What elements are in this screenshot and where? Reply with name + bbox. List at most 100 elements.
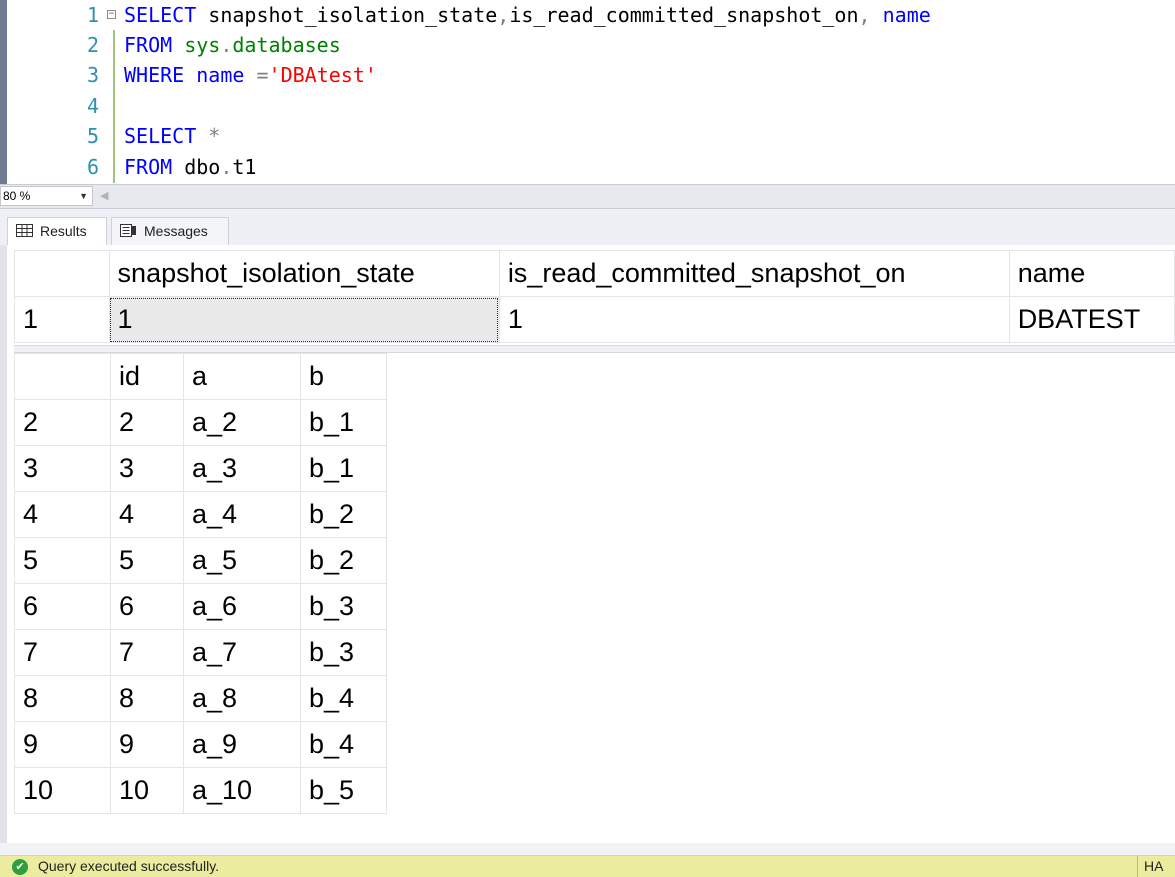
grid-cell[interactable]: a_5: [183, 537, 301, 584]
zoom-value: 80 %: [3, 189, 31, 203]
code-text: SELECT *: [124, 121, 220, 152]
result-grid-2: id a b 2 2 a_2 b_1 3 3 a_3 b_1 4 4 a_4 b_2 5 5 a_5 b_2 6 6 a_…: [14, 353, 387, 814]
status-bar: ✔ Query executed successfully. HA: [0, 855, 1175, 877]
table-row[interactable]: 2 2 a_2 b_1: [14, 399, 387, 446]
grid-cell[interactable]: a_10: [183, 767, 301, 814]
row-number[interactable]: 5: [14, 537, 111, 584]
grid-cell[interactable]: 10: [110, 767, 184, 814]
row-number[interactable]: 8: [14, 675, 111, 722]
code-token: name: [196, 63, 245, 87]
grid-cell[interactable]: b_3: [300, 583, 387, 630]
table-row[interactable]: 5 5 a_5 b_2: [14, 537, 387, 584]
tab-results[interactable]: Results: [7, 217, 107, 245]
grid-cell[interactable]: 4: [110, 491, 184, 538]
grid-splitter[interactable]: [14, 345, 1175, 353]
corner-cell[interactable]: [14, 250, 110, 297]
grid-cell[interactable]: b_3: [300, 629, 387, 676]
line-number: 3: [86, 63, 99, 87]
horizontal-scrollbar[interactable]: [0, 843, 1175, 855]
grid-cell[interactable]: b_2: [300, 491, 387, 538]
grid-cell[interactable]: b_4: [300, 675, 387, 722]
query-editor[interactable]: 1− SELECT snapshot_isolation_state,is_rea…: [0, 0, 1175, 184]
table-row[interactable]: 9 9 a_9 b_4: [14, 721, 387, 768]
grid-cell[interactable]: b_1: [300, 399, 387, 446]
grid-cell[interactable]: 5: [110, 537, 184, 584]
line-number: 5: [86, 124, 99, 148]
row-number[interactable]: 3: [14, 445, 111, 492]
change-marker: [113, 91, 115, 122]
grid-cell[interactable]: DBATEST: [1008, 296, 1175, 343]
grid-cell[interactable]: b_5: [300, 767, 387, 814]
change-marker: [113, 121, 115, 152]
grid-cell[interactable]: 6: [110, 583, 184, 630]
change-marker: [113, 60, 115, 91]
grid-cell[interactable]: 3: [110, 445, 184, 492]
table-row[interactable]: 3 3 a_3 b_1: [14, 445, 387, 492]
row-number[interactable]: 7: [14, 629, 111, 676]
code-token: sys: [184, 33, 221, 57]
code-token: FROM: [124, 155, 173, 179]
code-text: FROM dbo.t1: [124, 152, 256, 183]
grid-cell[interactable]: a_3: [183, 445, 301, 492]
code-text: WHERE name ='DBAtest': [124, 60, 377, 91]
table-row[interactable]: 8 8 a_8 b_4: [14, 675, 387, 722]
grid-cell[interactable]: a_2: [183, 399, 301, 446]
grid-cell[interactable]: b_1: [300, 445, 387, 492]
scroll-left-icon[interactable]: ◀: [100, 189, 108, 202]
corner-cell[interactable]: [14, 353, 111, 400]
grid-cell[interactable]: a_7: [183, 629, 301, 676]
code-token: WHERE: [124, 63, 185, 87]
row-number[interactable]: 10: [14, 767, 111, 814]
grid-cell[interactable]: 2: [110, 399, 184, 446]
code-token: SELECT: [124, 124, 197, 148]
grid-cell[interactable]: 8: [110, 675, 184, 722]
row-number[interactable]: 9: [14, 721, 111, 768]
column-header[interactable]: id: [110, 353, 184, 400]
grid-cell[interactable]: 1: [108, 296, 500, 343]
grid-cell[interactable]: a_6: [183, 583, 301, 630]
grid-cell[interactable]: 7: [110, 629, 184, 676]
messages-icon: [120, 224, 136, 237]
table-row[interactable]: 7 7 a_7 b_3: [14, 629, 387, 676]
grid-cell[interactable]: b_2: [300, 537, 387, 584]
table-row[interactable]: 1 1 1 DBATEST: [14, 296, 1175, 343]
row-number[interactable]: 6: [14, 583, 111, 630]
code-token: 'DBAtest': [268, 63, 377, 87]
column-header[interactable]: b: [300, 353, 387, 400]
table-row[interactable]: 10 10 a_10 b_5: [14, 767, 387, 814]
column-header[interactable]: snapshot_isolation_state: [108, 250, 500, 297]
grid-cell[interactable]: a_4: [183, 491, 301, 538]
table-row[interactable]: 6 6 a_6 b_3: [14, 583, 387, 630]
line-number: 6: [86, 155, 99, 179]
code-token: dbo: [172, 155, 221, 179]
code-text: SELECT snapshot_isolation_state,is_read_…: [124, 0, 931, 31]
code-token: .: [220, 33, 233, 57]
column-header[interactable]: is_read_committed_snapshot_on: [498, 250, 1010, 297]
collapse-icon[interactable]: −: [107, 10, 116, 19]
column-header[interactable]: name: [1008, 250, 1175, 297]
row-number[interactable]: 1: [14, 296, 110, 343]
tab-messages[interactable]: Messages: [111, 217, 229, 245]
row-number[interactable]: 2: [14, 399, 111, 446]
grid-cell[interactable]: 1: [498, 296, 1010, 343]
grid-cell[interactable]: 9: [110, 721, 184, 768]
grid-cell[interactable]: b_4: [300, 721, 387, 768]
result-grid-1: snapshot_isolation_state is_read_committe…: [14, 250, 1175, 343]
code-token: databases: [232, 33, 341, 57]
zoom-dropdown[interactable]: 80 % ▼: [0, 186, 93, 206]
code-token: *: [208, 124, 221, 148]
row-number[interactable]: 4: [14, 491, 111, 538]
column-header[interactable]: a: [183, 353, 301, 400]
grid-cell[interactable]: a_8: [183, 675, 301, 722]
code-token: ,: [858, 3, 871, 27]
grid-cell[interactable]: a_9: [183, 721, 301, 768]
line-number: 2: [86, 33, 99, 57]
tab-results-label: Results: [40, 223, 87, 239]
table-row[interactable]: 4 4 a_4 b_2: [14, 491, 387, 538]
change-marker: [113, 30, 115, 61]
code-token: .: [220, 155, 233, 179]
